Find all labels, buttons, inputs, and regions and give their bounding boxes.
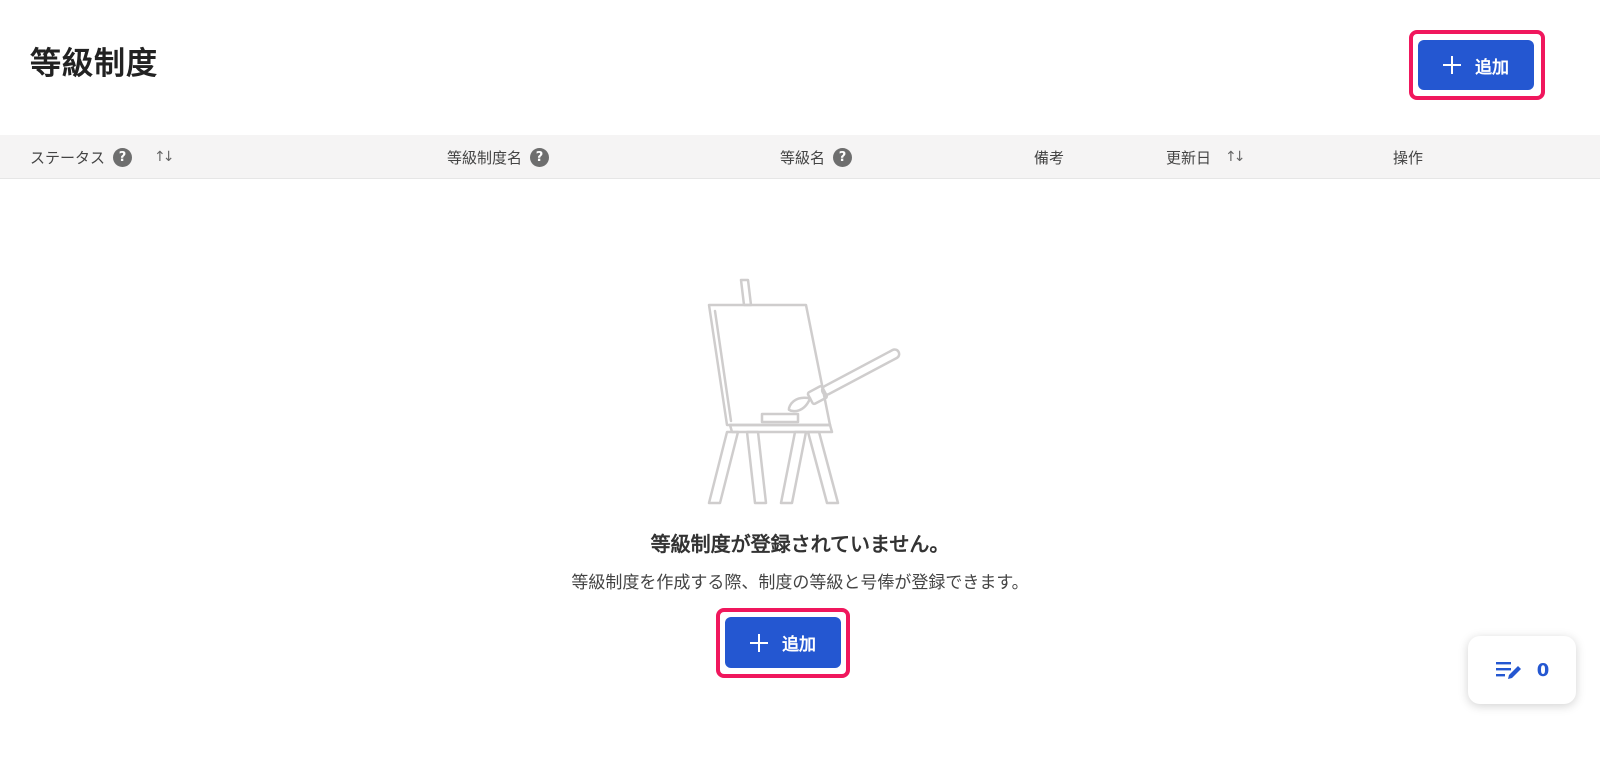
column-actions: 操作 (1393, 135, 1423, 179)
list-edit-icon (1495, 662, 1521, 679)
plus-icon (1443, 56, 1461, 74)
easel-icon (707, 278, 901, 505)
sort-icon[interactable]: ↑↓ (154, 149, 175, 165)
plus-icon (750, 633, 768, 652)
empty-state-description: 等級制度を作成する際、制度の等級と号俸が登録できます。 (571, 573, 1029, 593)
column-label: 操作 (1393, 148, 1424, 167)
sort-icon[interactable]: ↑↓ (1225, 149, 1246, 165)
column-status: ステータス ? ↑↓ (30, 135, 175, 179)
column-label: ステータス (30, 148, 106, 167)
edit-list-counter-button[interactable]: 0 (1468, 636, 1576, 704)
help-icon[interactable]: ? (113, 147, 133, 167)
add-button-header[interactable]: 追加 (1418, 40, 1534, 90)
column-grade-system-name: 等級制度名 ? (447, 135, 550, 179)
page-title: 等級制度 (30, 46, 158, 82)
table-header: ステータス ? ↑↓ 等級制度名 ? 等級名 ? 備考 更新日 ↑↓ 操作 (0, 135, 1600, 179)
help-icon[interactable]: ? (833, 147, 853, 167)
column-label: 備考 (1034, 148, 1065, 167)
counter-value: 0 (1536, 659, 1550, 681)
column-grade-name: 等級名 ? (780, 135, 853, 179)
column-remarks: 備考 (1034, 135, 1064, 179)
add-button-label: 追加 (1475, 57, 1509, 78)
page: 等級制度 追加 ステータス ? ↑↓ 等級制度名 ? 等級名 ? 備考 更新日 … (0, 0, 1600, 780)
column-label: 等級名 (780, 148, 826, 167)
empty-state-title: 等級制度が登録されていません。 (650, 532, 950, 556)
column-label: 更新日 (1166, 148, 1212, 167)
column-updated-date: 更新日 ↑↓ (1166, 135, 1246, 179)
add-button-empty-state[interactable]: 追加 (725, 617, 841, 668)
add-button-label: 追加 (782, 635, 816, 655)
help-icon[interactable]: ? (530, 147, 550, 167)
column-label: 等級制度名 (447, 148, 523, 167)
